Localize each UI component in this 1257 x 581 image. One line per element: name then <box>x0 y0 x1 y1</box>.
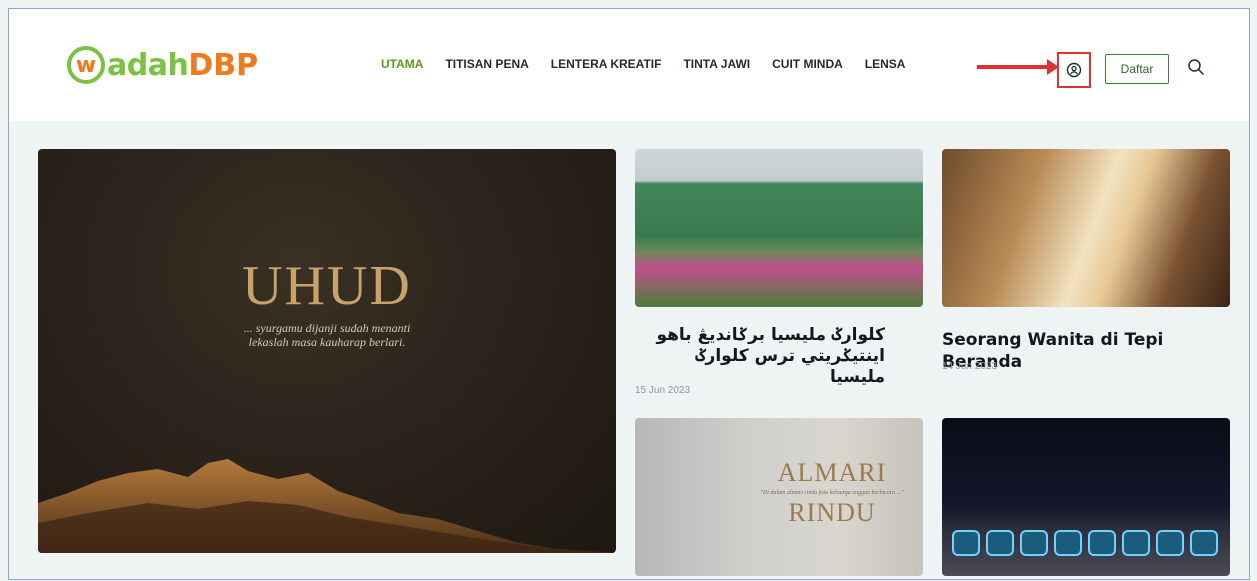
post-image-award-ceremony[interactable] <box>635 149 923 307</box>
post-image-night-lights[interactable] <box>942 418 1230 576</box>
post-image-almari-rindu[interactable]: ALMARI "Di dalam almari rindu foto kelua… <box>635 418 923 576</box>
main-nav: UTAMA TITISAN PENA LENTERA KREATIF TINTA… <box>381 57 927 71</box>
post-title-jawi[interactable]: كلوارݢ مليسيا برݢانديڠ باهو اينتيݢريتي ت… <box>635 325 885 388</box>
search-icon[interactable] <box>1187 58 1205 76</box>
mountain-silhouette <box>38 459 616 553</box>
nav-item-lensa[interactable]: LENSA <box>865 57 906 71</box>
user-circle-icon <box>1066 62 1082 78</box>
logo-text-orange: DBP <box>188 47 259 83</box>
site-header: w adah DBP UTAMA TITISAN PENA LENTERA KRE… <box>9 9 1249 121</box>
hero-subtitle-line2: lekaslah masa kauharap berlari. <box>248 335 406 349</box>
site-logo[interactable]: w adah DBP <box>67 41 258 89</box>
post-image-veranda[interactable] <box>942 149 1230 307</box>
almari-rindu-title: ALMARI "Di dalam almari rindu foto kelua… <box>747 458 917 528</box>
user-account-button[interactable] <box>1057 52 1091 88</box>
hero-subtitle: ... syurgamu dijanji sudah menanti lekas… <box>38 321 616 349</box>
almari-line3: RINDU <box>788 498 876 527</box>
logo-mark: w <box>67 46 105 84</box>
almari-line1: ALMARI <box>777 458 887 487</box>
post-date-2: 14 Jun 2023 <box>942 361 998 372</box>
nav-item-tinta-jawi[interactable]: TINTA JAWI <box>683 57 750 71</box>
almari-line2: "Di dalam almari rindu foto keluarga eng… <box>760 490 904 496</box>
nav-item-utama[interactable]: UTAMA <box>381 57 423 71</box>
night-lights-decoration <box>952 516 1222 556</box>
hero-image-uhud[interactable]: UHUD ... syurgamu dijanji sudah menanti … <box>38 149 616 553</box>
daftar-button[interactable]: Daftar <box>1105 54 1169 84</box>
browser-frame: w adah DBP UTAMA TITISAN PENA LENTERA KRE… <box>8 8 1250 580</box>
annotation-arrow <box>977 59 1059 75</box>
nav-item-lentera-kreatif[interactable]: LENTERA KREATIF <box>551 57 662 71</box>
nav-item-titisan-pena[interactable]: TITISAN PENA <box>445 57 528 71</box>
post-date-1: 15 Jun 2023 <box>635 385 691 396</box>
logo-text-green: adah <box>107 47 189 83</box>
nav-item-cuit-minda[interactable]: CUIT MINDA <box>772 57 843 71</box>
hero-title: UHUD <box>242 255 412 317</box>
hero-subtitle-line1: ... syurgamu dijanji sudah menanti <box>243 321 411 335</box>
